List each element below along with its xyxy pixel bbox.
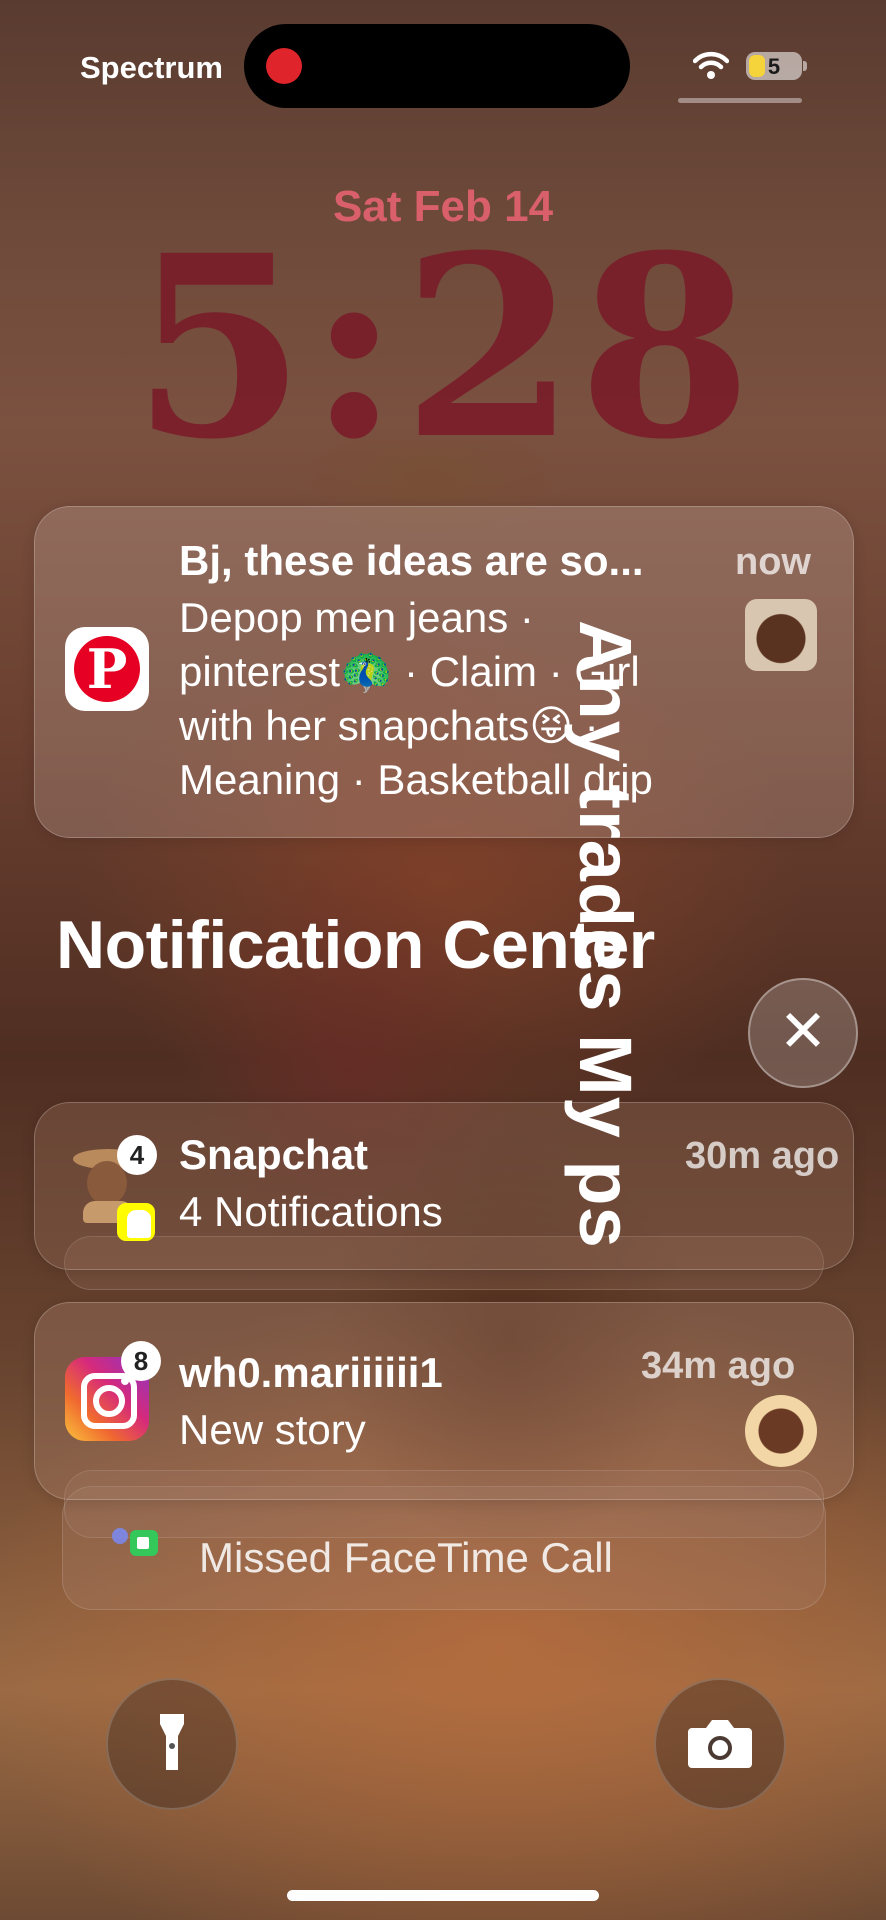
notification-instagram[interactable]: 8 wh0.mariiiiii1 New story 34m ago [34, 1302, 854, 1500]
notification-pinterest[interactable]: P Bj, these ideas are so... now Depop me… [34, 506, 854, 838]
notification-thumbnail [745, 599, 817, 671]
notification-body: Missed FaceTime Call [199, 1534, 613, 1581]
notification-body-line: with her snapchats😝 · [179, 702, 599, 749]
clear-notifications-button[interactable]: ✕ [748, 978, 858, 1088]
wifi-icon [693, 51, 729, 79]
notification-body-line: Depop men jeans · [179, 594, 534, 641]
recording-indicator-icon [266, 48, 302, 84]
notification-time: 30m ago [685, 1135, 840, 1177]
snapchat-icon [117, 1203, 155, 1241]
pinterest-icon: P [65, 627, 149, 711]
battery-icon: 5 [746, 52, 802, 80]
notification-count-badge: 4 [117, 1135, 157, 1175]
notification-time: now [735, 541, 811, 583]
notification-time: 34m ago [641, 1345, 796, 1387]
camera-button[interactable] [654, 1678, 786, 1810]
notification-title: Bj, these ideas are so... [179, 537, 644, 584]
carrier-label: Spectrum [80, 50, 223, 85]
notification-title: Snapchat [179, 1131, 369, 1178]
overlay-caption: Any trades My ps [564, 620, 647, 1249]
notification-body: New story [179, 1406, 366, 1453]
notification-snapchat[interactable]: 4 Snapchat 4 Notifications 30m ago [34, 1102, 854, 1270]
battery-tip [803, 61, 807, 71]
notification-count-badge: 8 [121, 1341, 161, 1381]
flashlight-button[interactable] [106, 1678, 238, 1810]
notification-body: 4 Notifications [179, 1188, 443, 1235]
lock-time: 5:28 [131, 200, 755, 494]
facetime-icon [112, 1528, 158, 1556]
status-indicator-bar [678, 98, 802, 103]
notification-avatar [745, 1395, 817, 1467]
dynamic-island[interactable] [244, 24, 630, 108]
notification-facetime[interactable]: Missed FaceTime Call [62, 1486, 826, 1610]
flashlight-icon [160, 1714, 184, 1770]
close-icon: ✕ [778, 999, 828, 1064]
home-indicator[interactable] [287, 1890, 599, 1901]
notification-title: wh0.mariiiiii1 [179, 1349, 443, 1396]
battery-level: 5 [767, 54, 781, 79]
camera-icon [688, 1720, 752, 1768]
